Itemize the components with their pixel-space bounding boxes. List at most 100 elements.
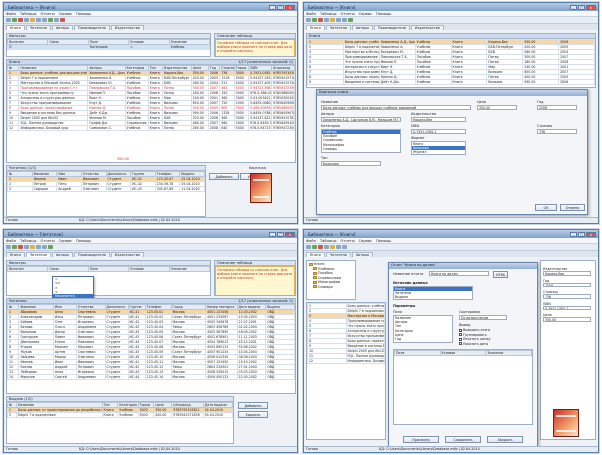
column-header[interactable]: Тираж	[233, 65, 250, 71]
table-row[interactable]: 5Что нужно знать программистуИванов П.По…	[7, 90, 295, 96]
menu-help[interactable]: Помощь	[76, 239, 91, 243]
tab-publishers[interactable]: Издательства	[410, 25, 444, 30]
menu-help[interactable]: Помощь	[376, 239, 391, 243]
column-header[interactable]: Должность	[104, 304, 129, 310]
issued-grid[interactable]: № Название Тип Категория Тираж Цена Штрихкод Да…	[7, 402, 233, 418]
title-bar[interactable]: Библиотека — [Книги] – □ ×	[304, 3, 598, 11]
sort-select[interactable]: По возрастанию	[459, 315, 507, 320]
table-row[interactable]: 2 Delphi 7 в подлиннике Хомоненко А. Учебни…	[7, 75, 295, 81]
tab-authors[interactable]: Авторы	[351, 252, 374, 257]
menu-file[interactable]: Файл	[6, 12, 16, 16]
publisher-field[interactable]: Корона-Век	[411, 117, 466, 122]
column-header[interactable]: Номер паспорта	[204, 304, 238, 310]
close-button[interactable]: ×	[586, 4, 596, 10]
table-row[interactable]: 1Базы данных: учебник для высших учебных…	[7, 70, 295, 76]
delete-icon[interactable]	[18, 244, 23, 250]
new-icon[interactable]	[6, 17, 11, 23]
minimize-button[interactable]: –	[570, 231, 577, 237]
filter-cell[interactable]: Категория	[87, 44, 130, 50]
filter-grid[interactable]: Включен Связь Поле Условие Значение	[7, 266, 210, 272]
close-button[interactable]: ×	[586, 231, 596, 237]
table-row[interactable]: 3Мастерство в Microsoft Access 2003Бекар…	[7, 80, 295, 86]
table-row[interactable]: 4Программирование на языке С++Павловская…	[7, 85, 295, 91]
menu-service[interactable]: Сервис	[359, 12, 372, 16]
table-row[interactable]: 2 Delphi 7 в подлиннике Книга Учебник 5000 42…	[7, 412, 233, 418]
column-header[interactable]: Категория	[117, 402, 139, 408]
readers-grid[interactable]: № Фамилия Имя Отчество Должность Группа Телефо…	[7, 171, 205, 192]
table-row[interactable]: 8Базы данных: проектированиеКренке Д.Уче…	[7, 105, 295, 111]
isbn-field[interactable]: 5-7931-0362-1	[411, 129, 466, 134]
table-row[interactable]: 12 Информатика. Базовый курс Симонович С. У…	[7, 125, 295, 131]
menu-service[interactable]: Сервис	[59, 239, 72, 243]
list-item[interactable]: Выдано	[394, 295, 472, 299]
refresh-icon[interactable]	[48, 17, 53, 23]
report-icon[interactable]	[342, 244, 347, 250]
menu-reports[interactable]: Отчеты	[340, 239, 354, 243]
col-link[interactable]: Связь	[47, 266, 89, 272]
category-tree[interactable]: Книги Учебники Пособия Справочники Монографи…	[306, 260, 356, 300]
column-header[interactable]: Издательство	[161, 65, 192, 71]
tab-authors[interactable]: Авторы	[51, 25, 74, 30]
authors-field[interactable]: Хомоненко А.Д., Цыганков В.М., Мальцев М…	[321, 117, 401, 122]
menu-file[interactable]: Файл	[6, 239, 16, 243]
menu-service[interactable]: Сервис	[59, 12, 72, 16]
table-row[interactable]: 6Алгоритмы и структуры данныхВирт Н.Учеб…	[7, 95, 295, 101]
delete-icon[interactable]	[18, 17, 23, 23]
tab-readers[interactable]: Читатели	[325, 25, 351, 30]
menu-tables[interactable]: Таблицы	[20, 239, 37, 243]
add-button[interactable]: Добавить	[209, 173, 239, 180]
maximize-button[interactable]: □	[277, 4, 284, 10]
col-field[interactable]: Поле	[87, 266, 130, 272]
edit-icon[interactable]	[24, 17, 29, 23]
print-icon[interactable]	[36, 244, 41, 250]
report-icon[interactable]	[342, 17, 347, 23]
report-icon[interactable]	[42, 17, 47, 23]
filter-icon[interactable]	[330, 244, 335, 250]
checkbox[interactable]	[459, 333, 462, 336]
menu-tables[interactable]: Таблицы	[320, 12, 337, 16]
cancel-button[interactable]: Отмена	[560, 204, 585, 211]
col-condition[interactable]: Условие	[128, 266, 170, 272]
tab-manufacturers[interactable]: Производители	[374, 25, 410, 30]
menu-file[interactable]: Файл	[306, 12, 316, 16]
report-icon[interactable]	[42, 244, 47, 250]
minimize-button[interactable]: –	[269, 4, 276, 10]
col-value[interactable]: Значение	[168, 266, 210, 272]
table-row[interactable]: 9Введение в системы баз данныхДейт К.Дж.…	[307, 79, 595, 85]
tab-readers[interactable]: Читатели	[325, 252, 351, 257]
close-dialog-button[interactable]: Закрыть	[487, 436, 523, 443]
minimize-button[interactable]: –	[269, 231, 276, 237]
table-row[interactable]: 14 Морозов Сергей Андреевич Студент ИС-44 123-…	[7, 374, 295, 380]
tab-readers[interactable]: Читатели	[25, 25, 51, 30]
maximize-button[interactable]: □	[578, 4, 585, 10]
col-condition[interactable]: Условие	[439, 350, 487, 356]
refresh-icon[interactable]	[348, 17, 353, 23]
year-field[interactable]: 2006	[537, 105, 577, 110]
new-icon[interactable]	[306, 244, 311, 250]
menu-reports[interactable]: Отчеты	[340, 12, 354, 16]
menu-reports[interactable]: Отчеты	[40, 12, 54, 16]
col-field[interactable]: Поле	[394, 350, 441, 356]
title-bar[interactable]: Библиотека — [Книги] – □ ×	[4, 3, 297, 11]
table-row[interactable]: 9Введение в системы баз данныхДейт К.Дж.…	[7, 110, 295, 116]
table-row[interactable]: 12Информатика. Базовый курс	[307, 358, 385, 364]
tab-books[interactable]: Книги	[306, 25, 325, 30]
add-icon[interactable]	[312, 17, 317, 23]
tab-readers[interactable]: Читатели	[25, 252, 51, 257]
filter-icon[interactable]	[30, 17, 35, 23]
menu-file[interactable]: Файл	[306, 239, 316, 243]
price-field[interactable]: 350.00	[543, 317, 591, 322]
menu-help[interactable]: Помощь	[376, 12, 391, 16]
books-grid[interactable]: 1Базы данных: учебник для высших учебных…	[307, 303, 385, 364]
fields-list[interactable]: Название Авторы Тип Категория Цена Год	[393, 315, 453, 343]
format-list[interactable]: Книга Брошюра Журнал	[411, 141, 466, 155]
list-item[interactable]: Словарь	[322, 147, 400, 151]
menu-reports[interactable]: Отчеты	[40, 239, 54, 243]
name-field[interactable]: Базы данных: учебник для высших учебных …	[321, 105, 471, 110]
table-row[interactable]: 11 SQL. Полное руководство Грофф Дж. Справо…	[7, 120, 295, 126]
print-icon[interactable]	[36, 17, 41, 23]
report-name-field[interactable]: Книги по датам	[429, 271, 489, 276]
print-icon[interactable]	[336, 17, 341, 23]
add-icon[interactable]	[312, 244, 317, 250]
tab-publishers[interactable]: Издательства	[110, 25, 144, 30]
